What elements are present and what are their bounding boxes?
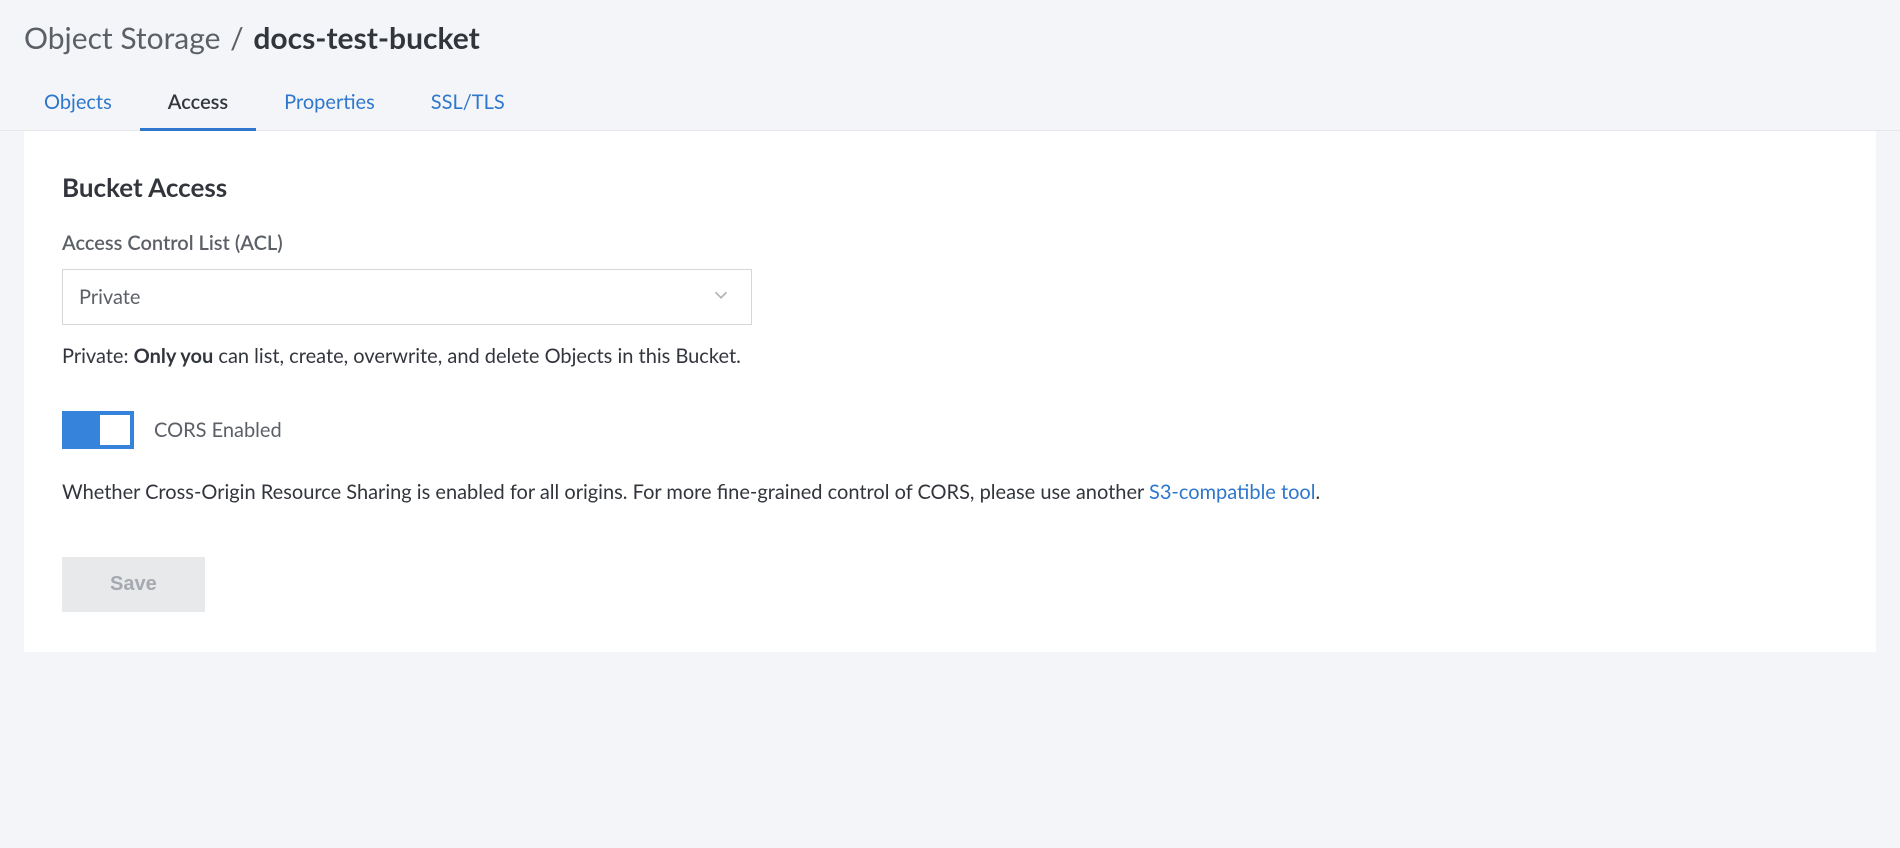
tab-ssl-tls[interactable]: SSL/TLS [403,76,533,131]
panel-title: Bucket Access [62,171,1838,203]
breadcrumb-root[interactable]: Object Storage [24,20,220,56]
tab-access[interactable]: Access [140,76,256,131]
cors-toggle[interactable] [62,411,134,449]
s3-compatible-tool-link[interactable]: S3-compatible tool [1149,480,1316,504]
acl-select-value: Private [79,285,141,309]
tab-objects[interactable]: Objects [24,76,140,131]
breadcrumb-separator: / [230,20,244,56]
cors-toggle-label: CORS Enabled [154,418,282,442]
toggle-knob [100,415,130,445]
cors-help-text: Whether Cross-Origin Resource Sharing is… [62,477,1838,507]
breadcrumb: Object Storage / docs-test-bucket [0,20,1900,76]
tab-bar: Objects Access Properties SSL/TLS [0,76,1900,131]
acl-label: Access Control List (ACL) [62,231,1838,255]
save-button[interactable]: Save [62,557,205,612]
breadcrumb-current: docs-test-bucket [253,20,479,56]
acl-select[interactable]: Private [62,269,752,325]
acl-help-text: Private: Only you can list, create, over… [62,341,1838,371]
bucket-access-panel: Bucket Access Access Control List (ACL) … [24,131,1876,652]
tab-properties[interactable]: Properties [256,76,403,131]
